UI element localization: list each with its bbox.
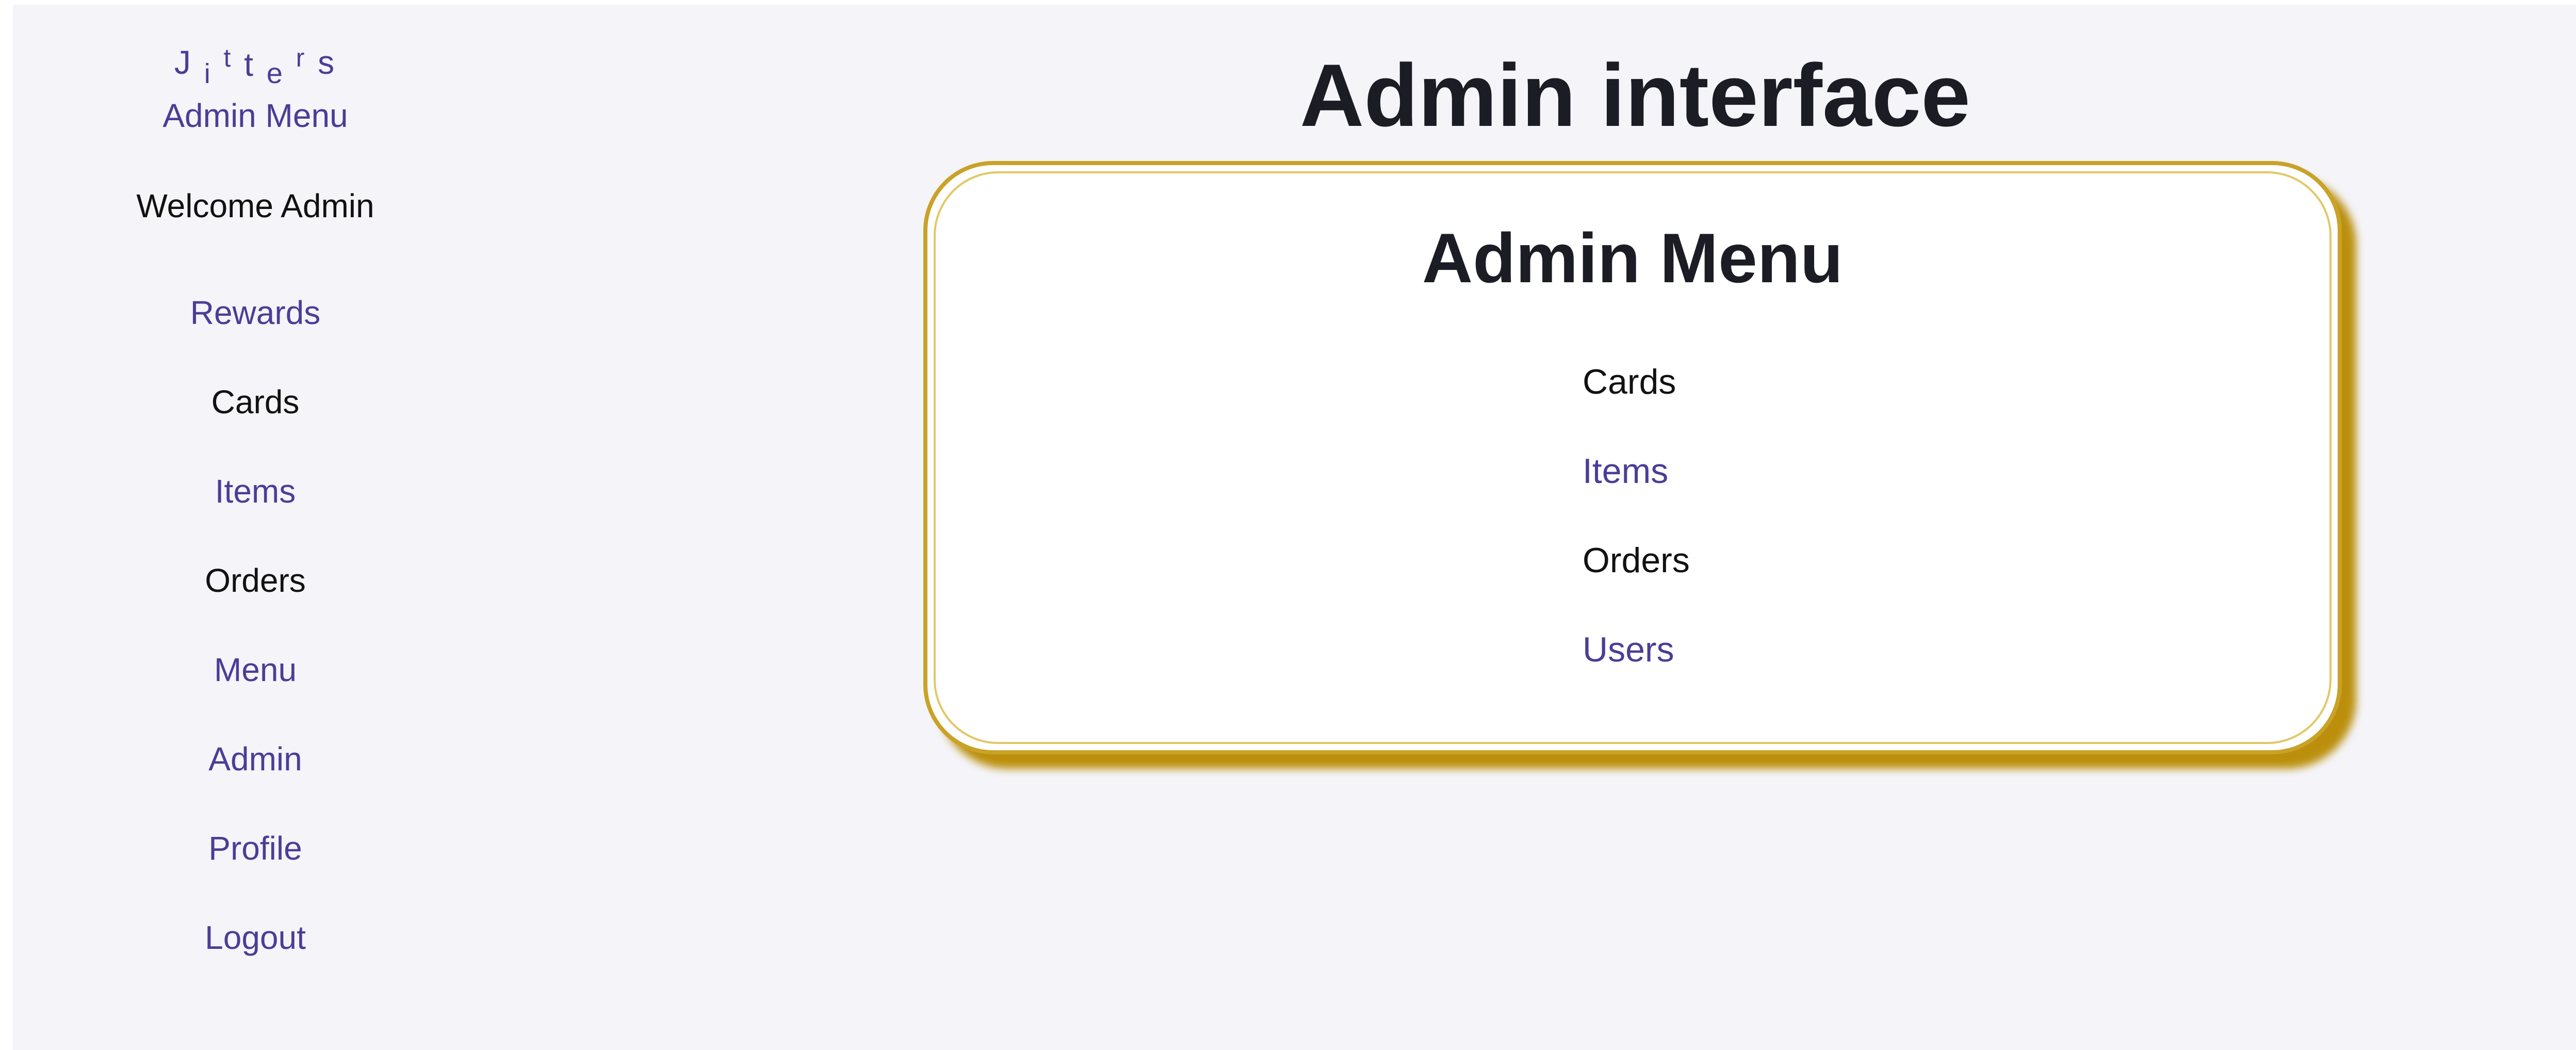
card-link-items[interactable]: Items [1583,449,1668,493]
sidebar-admin-menu-link[interactable]: Admin Menu [13,95,498,136]
admin-menu-card: Admin Menu Cards Items Orders Users [923,161,2342,754]
sidebar-item-logout[interactable]: Logout [13,917,498,958]
logo-letter: e [266,57,285,89]
sidebar-item-admin[interactable]: Admin [13,738,498,780]
logo-letter: t [223,43,233,72]
logo-letter: s [318,44,337,81]
logo-letter: i [204,58,213,89]
welcome-text: Welcome Admin [136,187,374,224]
card-title: Admin Menu [1422,219,1843,297]
page-title: Admin interface [1300,46,1970,145]
sidebar-item-cards: Cards [211,383,300,421]
jitters-logo[interactable]: J i t t e r s [13,43,498,89]
card-link-users[interactable]: Users [1583,627,1674,672]
sidebar-item-profile[interactable]: Profile [13,828,498,869]
sidebar-item-orders: Orders [205,562,306,599]
card-link-cards: Cards [1583,362,1676,401]
logo-letter: r [296,43,307,72]
logo-letter: t [244,46,255,83]
card-link-orders: Orders [1583,541,1690,580]
sidebar-item-rewards[interactable]: Rewards [13,292,498,333]
sidebar: J i t t e r s Admin Menu Welcome Admin R… [13,5,498,1050]
logo-letter: J [174,44,193,81]
sidebar-item-menu[interactable]: Menu [13,649,498,690]
sidebar-item-items[interactable]: Items [13,471,498,512]
